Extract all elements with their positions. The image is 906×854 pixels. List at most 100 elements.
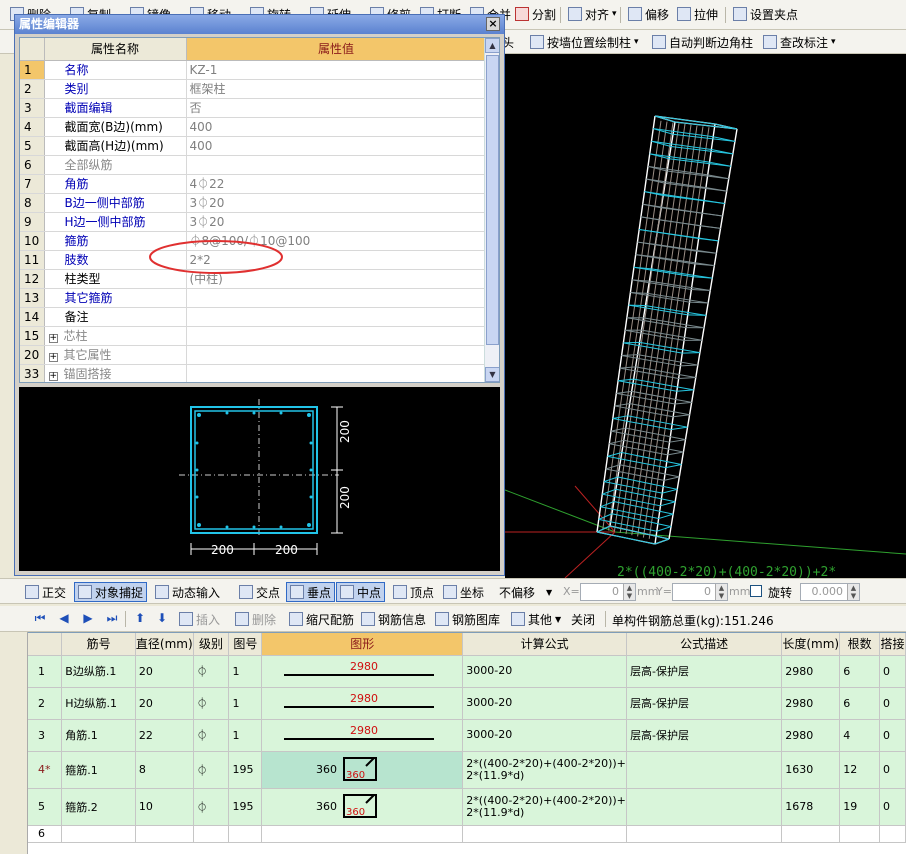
rotate-input[interactable]: 0.000 ▲ ▼ bbox=[800, 583, 860, 601]
property-value[interactable]: 3⏀20 bbox=[186, 193, 487, 213]
rebar-grade[interactable] bbox=[193, 825, 230, 843]
snap-perpendicular-button[interactable]: 垂点 bbox=[286, 582, 336, 602]
snap-vertex-button[interactable]: 顶点 bbox=[390, 582, 437, 602]
rebar-dia[interactable]: 20 bbox=[135, 655, 194, 688]
rebar-formula[interactable]: 3000-20 bbox=[462, 687, 628, 720]
property-value[interactable] bbox=[186, 345, 487, 365]
rebar-header-7[interactable]: 长度(mm) bbox=[781, 633, 841, 656]
rebar-count[interactable] bbox=[839, 825, 880, 843]
rebar-fig[interactable]: 195 bbox=[228, 751, 263, 789]
property-value[interactable] bbox=[186, 326, 487, 346]
property-scrollbar[interactable]: ▲ ▼ bbox=[484, 38, 499, 382]
rebar-name[interactable]: 角筋.1 bbox=[61, 719, 136, 752]
rebar-count[interactable]: 4 bbox=[839, 719, 880, 752]
property-value[interactable]: 框架柱 bbox=[186, 79, 487, 99]
rebar-length[interactable]: 2980 bbox=[781, 719, 841, 752]
toolbar-grip-button[interactable]: 设置夹点 bbox=[733, 5, 798, 23]
rebar-header-3[interactable]: 图号 bbox=[228, 633, 263, 656]
rebar-header-6[interactable]: 公式描述 bbox=[626, 633, 783, 656]
snap-midpoint-button[interactable]: 中点 bbox=[336, 582, 386, 602]
rebar-name[interactable]: 箍筋.2 bbox=[61, 788, 136, 826]
snap-dynamic-input-button[interactable]: 动态输入 bbox=[152, 582, 223, 602]
property-value[interactable] bbox=[186, 307, 487, 327]
rebar-dia[interactable]: 8 bbox=[135, 751, 194, 789]
property-value[interactable]: 3⏀20 bbox=[186, 212, 487, 232]
move-down-icon[interactable]: ⬇ bbox=[156, 612, 168, 624]
property-row[interactable]: 1 名称 KZ-1 bbox=[20, 60, 487, 80]
scroll-down-icon[interactable]: ▼ bbox=[485, 367, 499, 382]
rebar-length[interactable] bbox=[781, 825, 841, 843]
property-value[interactable] bbox=[186, 155, 487, 175]
rebar-header-2[interactable]: 级别 bbox=[193, 633, 230, 656]
rebar-lap[interactable]: 0 bbox=[879, 788, 906, 826]
rebar-shape-cell[interactable] bbox=[261, 825, 464, 843]
property-value[interactable]: KZ-1 bbox=[186, 60, 487, 80]
3d-viewport[interactable]: 2*((400-2*20)+(400-2*20))+2* bbox=[505, 54, 906, 578]
rebar-dia[interactable]: 10 bbox=[135, 788, 194, 826]
rebar-name[interactable]: B边纵筋.1 bbox=[61, 655, 136, 688]
rebar-grade[interactable]: ⏀ bbox=[193, 655, 230, 688]
rebar-length[interactable]: 1678 bbox=[781, 788, 841, 826]
rebar-fig[interactable]: 1 bbox=[228, 687, 263, 720]
rebar-fig[interactable] bbox=[228, 825, 263, 843]
snap-object-snap-button[interactable]: 对象捕捉 bbox=[74, 582, 148, 602]
rebar-lap[interactable]: 0 bbox=[879, 687, 906, 720]
rebar-desc[interactable] bbox=[626, 751, 783, 789]
property-row[interactable]: 4 截面宽(B边)(mm) 400 bbox=[20, 117, 487, 137]
property-row[interactable]: 8 B边一侧中部筋 3⏀20 bbox=[20, 193, 487, 213]
property-value[interactable]: 400 bbox=[186, 136, 487, 156]
rebar-name[interactable]: H边纵筋.1 bbox=[61, 687, 136, 720]
move-up-icon[interactable]: ⬆ bbox=[134, 612, 146, 624]
close-button[interactable]: 关闭 bbox=[568, 609, 598, 629]
property-value[interactable]: 4⏀22 bbox=[186, 174, 487, 194]
rebar-lap[interactable]: 0 bbox=[879, 719, 906, 752]
other-menu-button[interactable]: 其他 ▼ bbox=[508, 609, 564, 629]
rebar-fig[interactable]: 1 bbox=[228, 719, 263, 752]
rebar-length[interactable]: 1630 bbox=[781, 751, 841, 789]
property-row[interactable]: 20 + 其它属性 bbox=[20, 345, 487, 365]
rebar-dia[interactable] bbox=[135, 825, 194, 843]
annotation-button[interactable]: 查改标注 ▾ bbox=[763, 33, 836, 51]
rebar-formula[interactable]: 3000-20 bbox=[462, 719, 628, 752]
insert-button[interactable]: 插入 bbox=[176, 609, 223, 629]
property-row[interactable]: 13 其它箍筋 bbox=[20, 288, 487, 308]
rebar-header-5[interactable]: 计算公式 bbox=[462, 633, 628, 656]
property-row[interactable]: 2 类别 框架柱 bbox=[20, 79, 487, 99]
rebar-formula[interactable]: 3000-20 bbox=[462, 655, 628, 688]
rebar-header-9[interactable]: 搭接 bbox=[879, 633, 906, 656]
rebar-name[interactable]: 箍筋.1 bbox=[61, 751, 136, 789]
x-input[interactable]: 0 ▲ ▼ bbox=[580, 583, 636, 601]
expand-icon[interactable]: + bbox=[48, 372, 58, 381]
rebar-desc[interactable]: 层高-保护层 bbox=[626, 719, 783, 752]
rebar-shape-cell[interactable]: 360 360 bbox=[261, 788, 464, 826]
property-row[interactable]: 5 截面高(H边)(mm) 400 bbox=[20, 136, 487, 156]
rebar-count[interactable]: 12 bbox=[839, 751, 880, 789]
rebar-row[interactable]: 6 bbox=[28, 825, 906, 843]
rebar-shape-cell[interactable]: 360 360 bbox=[261, 751, 464, 789]
rebar-library-button[interactable]: 钢筋图库 bbox=[432, 609, 503, 629]
rebar-shape-cell[interactable]: 2980 bbox=[261, 655, 464, 688]
rebar-desc[interactable]: 层高-保护层 bbox=[626, 655, 783, 688]
rebar-header-1[interactable]: 直径(mm) bbox=[135, 633, 194, 656]
rebar-row[interactable]: 4* 箍筋.1 8 ⏀ 195 360 360 2*((400-2*20)+(400-2*20… bbox=[28, 751, 906, 789]
scale-rebar-button[interactable]: 缩尺配筋 bbox=[286, 609, 357, 629]
property-row[interactable]: 6 全部纵筋 bbox=[20, 155, 487, 175]
expand-icon[interactable]: + bbox=[48, 353, 58, 362]
scroll-up-icon[interactable]: ▲ bbox=[485, 38, 499, 53]
next-record-icon[interactable]: ▶ bbox=[82, 612, 94, 624]
rebar-fig[interactable]: 195 bbox=[228, 788, 263, 826]
scroll-thumb[interactable] bbox=[486, 55, 499, 345]
rebar-count[interactable]: 19 bbox=[839, 788, 880, 826]
delete-button[interactable]: 删除 bbox=[232, 609, 279, 629]
rebar-dia[interactable]: 22 bbox=[135, 719, 194, 752]
rebar-row[interactable]: 1 B边纵筋.1 20 ⏀ 1 2980 3000-20 层高-保护层 2980 6 0 bbox=[28, 655, 906, 688]
rebar-fig[interactable]: 1 bbox=[228, 655, 263, 688]
property-row[interactable]: 15 + 芯柱 bbox=[20, 326, 487, 346]
rebar-grade[interactable]: ⏀ bbox=[193, 788, 230, 826]
corner-column-button[interactable]: 自动判断边角柱 bbox=[652, 33, 753, 51]
snap-orthogonal-button[interactable]: 正交 bbox=[22, 582, 69, 602]
rebar-lap[interactable] bbox=[879, 825, 906, 843]
snap-coordinate-button[interactable]: 坐标 bbox=[440, 582, 487, 602]
offset-mode-select[interactable]: 不偏移 ▼ bbox=[496, 582, 555, 602]
property-editor-titlebar[interactable]: 属性编辑器 × bbox=[15, 15, 504, 34]
